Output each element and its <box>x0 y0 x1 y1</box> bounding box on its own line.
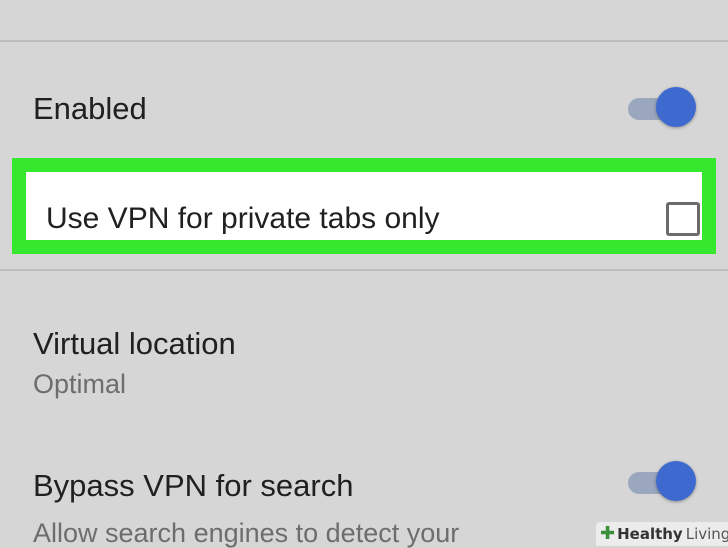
private-tabs-row-highlight[interactable]: Use VPN for private tabs only <box>12 158 716 254</box>
enabled-toggle-thumb <box>656 87 696 127</box>
bypass-search-toggle[interactable] <box>628 461 696 503</box>
virtual-location-label[interactable]: Virtual location <box>33 328 236 359</box>
watermark-word-1: Healthy <box>617 525 683 543</box>
private-tabs-checkbox[interactable] <box>666 202 700 236</box>
enabled-label: Enabled <box>33 91 147 126</box>
divider <box>0 40 728 42</box>
virtual-location-value: Optimal <box>33 369 127 399</box>
watermark-word-2: Living <box>685 525 728 543</box>
enabled-toggle[interactable] <box>628 87 696 129</box>
private-tabs-label: Use VPN for private tabs only <box>46 202 440 235</box>
bypass-search-label: Bypass VPN for search <box>33 468 354 503</box>
bypass-search-toggle-thumb <box>656 461 696 501</box>
watermark: ✚ Healthy Living <box>596 522 728 546</box>
settings-screen: Enabled Use VPN for private tabs only Vi… <box>0 0 728 548</box>
medical-cross-icon: ✚ <box>600 523 616 544</box>
divider <box>0 269 728 271</box>
bypass-search-description: Allow search engines to detect your <box>33 518 460 548</box>
